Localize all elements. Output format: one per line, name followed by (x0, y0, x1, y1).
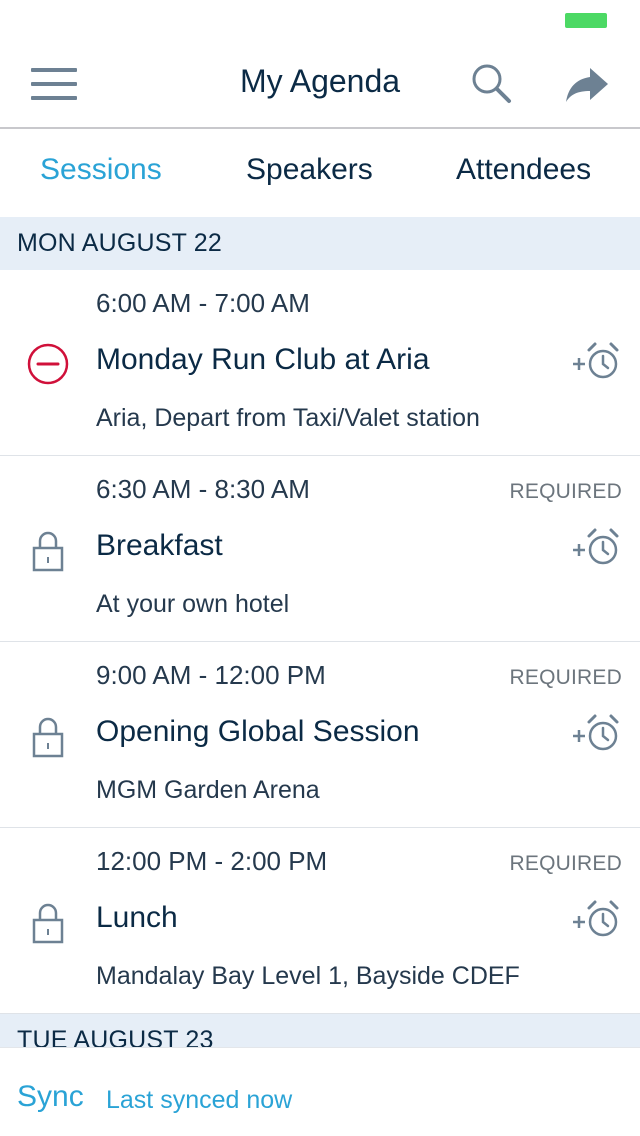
date-header: MON AUGUST 22 (0, 217, 640, 270)
tab-speakers[interactable]: Speakers (246, 153, 373, 187)
segmented-tabs: Sessions Speakers Attendees (0, 129, 640, 217)
sync-status: Last synced now (106, 1086, 293, 1114)
battery-icon (565, 13, 607, 28)
session-title: Opening Global Session (96, 715, 420, 748)
session-row[interactable]: 9:00 AM - 12:00 PM REQUIRED Opening Glob… (0, 642, 640, 828)
lock-icon (26, 900, 70, 944)
agenda-list[interactable]: MON AUGUST 22 6:00 AM - 7:00 AM Monday R… (0, 217, 640, 1047)
menu-line (31, 82, 77, 86)
session-row[interactable]: 6:30 AM - 8:30 AM REQUIRED Breakfast At … (0, 456, 640, 642)
lock-icon (26, 528, 70, 572)
share-arrow-icon (566, 68, 608, 102)
session-location: At your own hotel (96, 590, 290, 618)
status-bar (0, 0, 640, 40)
share-button[interactable] (560, 60, 616, 110)
search-icon (472, 64, 511, 103)
required-badge: REQUIRED (509, 666, 622, 689)
add-reminder-icon[interactable] (570, 896, 624, 942)
session-row[interactable]: 6:00 AM - 7:00 AM Monday Run Club at Ari… (0, 270, 640, 456)
sync-button[interactable]: Sync (17, 1080, 84, 1114)
session-location: Mandalay Bay Level 1, Bayside CDEF (96, 962, 520, 990)
add-reminder-icon[interactable] (570, 338, 624, 384)
search-button[interactable] (466, 58, 518, 110)
lock-icon (26, 714, 70, 758)
session-time: 12:00 PM - 2:00 PM (96, 846, 328, 876)
add-reminder-icon[interactable] (570, 524, 624, 570)
menu-button[interactable] (22, 58, 86, 110)
session-time: 6:30 AM - 8:30 AM (96, 474, 310, 504)
date-header: TUE AUGUST 23 (0, 1014, 640, 1047)
add-reminder-icon[interactable] (570, 710, 624, 756)
nav-bar: My Agenda (0, 40, 640, 129)
tab-attendees[interactable]: Attendees (456, 153, 591, 187)
session-title: Lunch (96, 901, 178, 934)
session-location: Aria, Depart from Taxi/Valet station (96, 404, 480, 432)
menu-line (31, 68, 77, 72)
menu-line (31, 96, 77, 100)
tab-sessions[interactable]: Sessions (40, 153, 162, 187)
session-time: 6:00 AM - 7:00 AM (96, 288, 310, 318)
required-badge: REQUIRED (509, 852, 622, 875)
session-location: MGM Garden Arena (96, 776, 320, 804)
session-title: Monday Run Club at Aria (96, 343, 430, 376)
session-time: 9:00 AM - 12:00 PM (96, 660, 326, 690)
session-title: Breakfast (96, 529, 223, 562)
remove-circle-icon[interactable] (26, 342, 70, 386)
page-title: My Agenda (239, 63, 401, 99)
required-badge: REQUIRED (509, 480, 622, 503)
sync-footer: Sync Last synced now (0, 1047, 640, 1136)
session-row[interactable]: 12:00 PM - 2:00 PM REQUIRED Lunch Mandal… (0, 828, 640, 1014)
